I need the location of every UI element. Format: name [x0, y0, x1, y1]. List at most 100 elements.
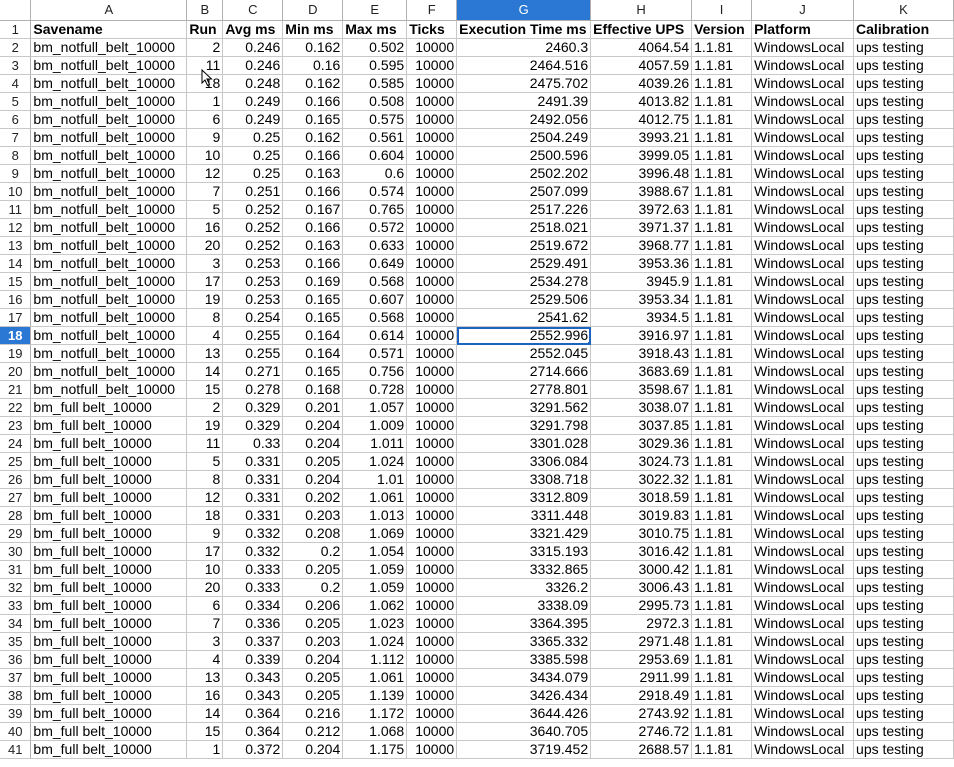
cell-e16[interactable]: 0.607 — [342, 290, 408, 309]
cell-c5[interactable]: 0.249 — [222, 92, 284, 111]
cell-g33[interactable]: 3338.09 — [456, 596, 592, 615]
row-header-10[interactable]: 10 — [0, 182, 32, 201]
cell-k38[interactable]: ups testing — [853, 686, 954, 705]
cell-h1[interactable]: Effective UPS — [590, 20, 693, 39]
cell-h31[interactable]: 3000.42 — [590, 560, 693, 579]
cell-h3[interactable]: 4057.59 — [590, 56, 693, 75]
cell-h38[interactable]: 2918.49 — [590, 686, 693, 705]
row-header-1[interactable]: 1 — [0, 20, 32, 39]
cell-f1[interactable]: Ticks — [406, 20, 458, 39]
cell-d21[interactable]: 0.168 — [282, 380, 344, 399]
cell-g39[interactable]: 3644.426 — [456, 704, 592, 723]
cell-f18[interactable]: 10000 — [406, 326, 458, 345]
cell-b37[interactable]: 13 — [186, 668, 224, 687]
cell-i16[interactable]: 1.1.81 — [691, 290, 753, 309]
cell-j1[interactable]: Platform — [751, 20, 855, 39]
cell-b29[interactable]: 9 — [186, 524, 224, 543]
cell-e29[interactable]: 1.069 — [342, 524, 408, 543]
cell-e6[interactable]: 0.575 — [342, 110, 408, 129]
cell-b22[interactable]: 2 — [186, 398, 224, 417]
cell-b20[interactable]: 14 — [186, 362, 224, 381]
cell-i36[interactable]: 1.1.81 — [691, 650, 753, 669]
cell-k35[interactable]: ups testing — [853, 632, 954, 651]
cell-f30[interactable]: 10000 — [406, 542, 458, 561]
column-header-c[interactable]: C — [222, 0, 284, 21]
cell-f27[interactable]: 10000 — [406, 488, 458, 507]
cell-d33[interactable]: 0.206 — [282, 596, 344, 615]
cell-j29[interactable]: WindowsLocal — [751, 524, 855, 543]
cell-i2[interactable]: 1.1.81 — [691, 38, 753, 57]
row-header-25[interactable]: 25 — [0, 452, 32, 471]
cell-e39[interactable]: 1.172 — [342, 704, 408, 723]
cell-a17[interactable]: bm_notfull_belt_10000 — [30, 308, 188, 327]
cell-k12[interactable]: ups testing — [853, 218, 954, 237]
cell-g27[interactable]: 3312.809 — [456, 488, 592, 507]
cell-b11[interactable]: 5 — [186, 200, 224, 219]
cell-f11[interactable]: 10000 — [406, 200, 458, 219]
cell-k40[interactable]: ups testing — [853, 722, 954, 741]
cell-a7[interactable]: bm_notfull_belt_10000 — [30, 128, 188, 147]
cell-j30[interactable]: WindowsLocal — [751, 542, 855, 561]
cell-k8[interactable]: ups testing — [853, 146, 954, 165]
cell-b13[interactable]: 20 — [186, 236, 224, 255]
cell-c20[interactable]: 0.271 — [222, 362, 284, 381]
column-header-i[interactable]: I — [691, 0, 753, 21]
cell-e24[interactable]: 1.011 — [342, 434, 408, 453]
cell-i14[interactable]: 1.1.81 — [691, 254, 753, 273]
cell-h29[interactable]: 3010.75 — [590, 524, 693, 543]
cell-b16[interactable]: 19 — [186, 290, 224, 309]
cell-j40[interactable]: WindowsLocal — [751, 722, 855, 741]
column-header-e[interactable]: E — [342, 0, 408, 21]
cell-h24[interactable]: 3029.36 — [590, 434, 693, 453]
cell-b38[interactable]: 16 — [186, 686, 224, 705]
cell-k39[interactable]: ups testing — [853, 704, 954, 723]
cell-c30[interactable]: 0.332 — [222, 542, 284, 561]
cell-c27[interactable]: 0.331 — [222, 488, 284, 507]
cell-c15[interactable]: 0.253 — [222, 272, 284, 291]
cell-a29[interactable]: bm_full belt_10000 — [30, 524, 188, 543]
cell-e35[interactable]: 1.024 — [342, 632, 408, 651]
cell-c26[interactable]: 0.331 — [222, 470, 284, 489]
cell-h5[interactable]: 4013.82 — [590, 92, 693, 111]
cell-c34[interactable]: 0.336 — [222, 614, 284, 633]
cell-d36[interactable]: 0.204 — [282, 650, 344, 669]
cell-k4[interactable]: ups testing — [853, 74, 954, 93]
row-header-7[interactable]: 7 — [0, 128, 32, 147]
cell-d15[interactable]: 0.169 — [282, 272, 344, 291]
cell-f3[interactable]: 10000 — [406, 56, 458, 75]
cell-e5[interactable]: 0.508 — [342, 92, 408, 111]
cell-f32[interactable]: 10000 — [406, 578, 458, 597]
cell-g7[interactable]: 2504.249 — [456, 128, 592, 147]
cell-h4[interactable]: 4039.26 — [590, 74, 693, 93]
cell-d8[interactable]: 0.166 — [282, 146, 344, 165]
cell-j9[interactable]: WindowsLocal — [751, 164, 855, 183]
cell-j20[interactable]: WindowsLocal — [751, 362, 855, 381]
row-header-22[interactable]: 22 — [0, 398, 32, 417]
cell-d39[interactable]: 0.216 — [282, 704, 344, 723]
cell-d23[interactable]: 0.204 — [282, 416, 344, 435]
cell-b1[interactable]: Run — [186, 20, 224, 39]
cell-k30[interactable]: ups testing — [853, 542, 954, 561]
cell-g23[interactable]: 3291.798 — [456, 416, 592, 435]
cell-c14[interactable]: 0.253 — [222, 254, 284, 273]
cell-f9[interactable]: 10000 — [406, 164, 458, 183]
cell-e32[interactable]: 1.059 — [342, 578, 408, 597]
cell-d32[interactable]: 0.2 — [282, 578, 344, 597]
cell-k24[interactable]: ups testing — [853, 434, 954, 453]
cell-e22[interactable]: 1.057 — [342, 398, 408, 417]
cell-f24[interactable]: 10000 — [406, 434, 458, 453]
cell-e11[interactable]: 0.765 — [342, 200, 408, 219]
cell-c4[interactable]: 0.248 — [222, 74, 284, 93]
cell-h19[interactable]: 3918.43 — [590, 344, 693, 363]
cell-c1[interactable]: Avg ms — [222, 20, 284, 39]
cell-a19[interactable]: bm_notfull_belt_10000 — [30, 344, 188, 363]
cell-k3[interactable]: ups testing — [853, 56, 954, 75]
cell-f15[interactable]: 10000 — [406, 272, 458, 291]
cell-i25[interactable]: 1.1.81 — [691, 452, 753, 471]
cell-k13[interactable]: ups testing — [853, 236, 954, 255]
cell-h23[interactable]: 3037.85 — [590, 416, 693, 435]
column-header-b[interactable]: B — [186, 0, 224, 21]
cell-j38[interactable]: WindowsLocal — [751, 686, 855, 705]
cell-j34[interactable]: WindowsLocal — [751, 614, 855, 633]
cell-c12[interactable]: 0.252 — [222, 218, 284, 237]
